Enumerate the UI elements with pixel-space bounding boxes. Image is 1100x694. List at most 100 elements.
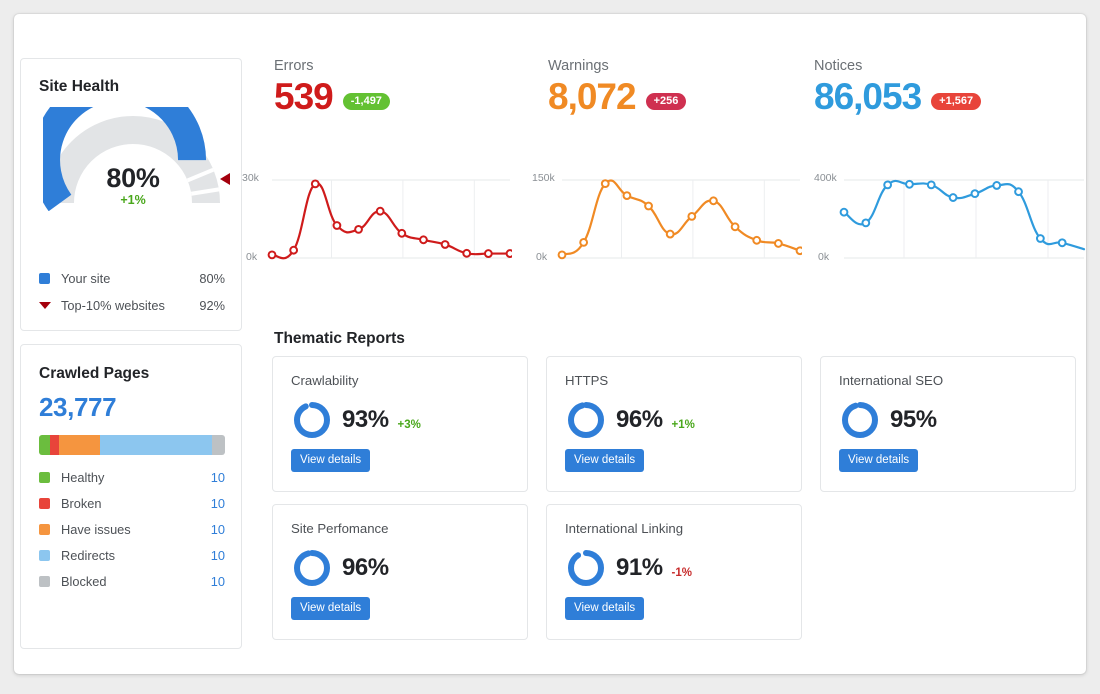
metric-value: 8,072 bbox=[548, 76, 637, 117]
donut-progress-icon bbox=[294, 402, 330, 438]
axis-tick-top: 400k bbox=[814, 172, 837, 184]
crawled-legend-item: Redirects 10 bbox=[39, 548, 225, 564]
donut-progress-icon bbox=[568, 402, 604, 438]
stacked-bar-segment bbox=[39, 435, 51, 455]
report-metric-row: 96% bbox=[291, 547, 389, 589]
axis-tick-bottom: 0k bbox=[536, 251, 548, 263]
crawled-pages-title: Crawled Pages bbox=[39, 365, 150, 382]
sparkline-svg bbox=[557, 179, 802, 260]
report-delta: +3% bbox=[397, 419, 421, 431]
crawled-legend-item: Healthy 10 bbox=[39, 470, 225, 486]
report-card-international-linking[interactable]: International Linking 91% -1% View details bbox=[546, 504, 802, 640]
report-metric-row: 93% +3% bbox=[291, 399, 421, 441]
site-health-delta: +1% bbox=[120, 193, 146, 207]
metric-label: Errors bbox=[274, 58, 314, 74]
report-card-international-seo[interactable]: International SEO 95% View details bbox=[820, 356, 1076, 492]
sparkline-svg bbox=[267, 179, 512, 260]
axis-tick-top: 150k bbox=[532, 172, 555, 184]
site-health-card: Site Health 80% +1% Your site 80% Top-10… bbox=[20, 58, 242, 331]
crawled-legend-item: Broken 10 bbox=[39, 496, 225, 512]
data-point bbox=[462, 248, 472, 258]
view-details-button[interactable]: View details bbox=[291, 597, 371, 620]
data-point bbox=[289, 245, 299, 255]
view-details-button[interactable]: View details bbox=[839, 449, 919, 472]
segment-swatch-icon bbox=[39, 550, 50, 561]
data-point bbox=[992, 181, 1002, 190]
data-point bbox=[375, 206, 385, 216]
donut-progress-icon bbox=[568, 550, 604, 586]
data-point bbox=[579, 238, 589, 247]
crawled-legend-item: Have issues 10 bbox=[39, 522, 225, 538]
report-percentage: 95% bbox=[890, 406, 937, 433]
legend-value: 10 bbox=[210, 548, 225, 563]
crawled-pages-card: Crawled Pages 23,777 Healthy 10 Broken 10 Ha… bbox=[20, 344, 242, 649]
data-point bbox=[557, 250, 567, 260]
errors-sparkline-chart: 30k 0k bbox=[242, 166, 512, 284]
metric-warnings: Warnings 8,072 +256 bbox=[548, 58, 687, 117]
legend-value: 10 bbox=[210, 470, 225, 485]
sparkline-svg bbox=[839, 179, 1086, 259]
data-point bbox=[644, 201, 653, 211]
crawled-legend-item: Blocked 10 bbox=[39, 574, 225, 590]
segment-swatch-icon bbox=[39, 498, 50, 509]
data-point bbox=[970, 189, 980, 199]
legend-value: 92% bbox=[199, 298, 225, 313]
axis-tick-bottom: 0k bbox=[246, 251, 258, 263]
thematic-reports-heading: Thematic Reports bbox=[274, 330, 405, 347]
data-point bbox=[310, 179, 320, 189]
report-percentage: 96% bbox=[616, 406, 663, 433]
report-title: International Linking bbox=[565, 521, 684, 536]
report-title: HTTPS bbox=[565, 373, 609, 388]
report-card-https[interactable]: HTTPS 96% +1% View details bbox=[546, 356, 802, 492]
site-health-gauge: 80% +1% bbox=[32, 73, 230, 212]
legend-label: Broken bbox=[61, 496, 102, 511]
segment-swatch-icon bbox=[39, 472, 50, 483]
data-point bbox=[419, 235, 428, 245]
metric-label: Warnings bbox=[548, 58, 609, 74]
metric-value: 86,053 bbox=[814, 76, 922, 117]
legend-value: 10 bbox=[210, 574, 225, 589]
data-point bbox=[730, 222, 740, 232]
axis-tick-top: 30k bbox=[242, 172, 259, 184]
data-point bbox=[354, 225, 363, 234]
report-metric-row: 95% bbox=[839, 399, 937, 441]
axis-tick-bottom: 0k bbox=[818, 251, 830, 263]
data-point bbox=[752, 235, 762, 245]
data-point bbox=[839, 207, 849, 217]
legend-item-top10: Top-10% websites 92% bbox=[39, 298, 225, 314]
view-details-button[interactable]: View details bbox=[565, 597, 645, 620]
stacked-bar-segment bbox=[59, 435, 101, 455]
report-delta: -1% bbox=[671, 567, 692, 579]
data-point bbox=[622, 191, 632, 201]
notices-sparkline-chart: 400k 0k bbox=[814, 166, 1086, 284]
view-details-button[interactable]: View details bbox=[565, 449, 645, 472]
segment-swatch-icon bbox=[39, 524, 50, 535]
data-point bbox=[709, 196, 718, 206]
data-point bbox=[905, 179, 914, 189]
data-point bbox=[1057, 238, 1067, 248]
data-point bbox=[440, 240, 450, 249]
report-card-site-performance[interactable]: Site Perfomance 96% View details bbox=[272, 504, 528, 640]
crawled-pages-legend: Healthy 10 Broken 10 Have issues 10 Redirects 1… bbox=[39, 470, 225, 600]
data-point bbox=[687, 212, 697, 221]
view-details-button[interactable]: View details bbox=[291, 449, 371, 472]
legend-label: Redirects bbox=[61, 548, 116, 563]
report-card-crawlability[interactable]: Crawlability 93% +3% View details bbox=[272, 356, 528, 492]
legend-label: Your site bbox=[61, 271, 111, 286]
report-delta: +1% bbox=[671, 419, 695, 431]
report-percentage: 91% bbox=[616, 554, 663, 581]
data-point bbox=[948, 193, 958, 202]
data-point bbox=[861, 218, 871, 228]
site-health-score: 80% bbox=[106, 163, 160, 193]
data-point bbox=[600, 179, 610, 189]
data-point bbox=[483, 249, 493, 258]
data-point bbox=[773, 239, 783, 248]
legend-label: Have issues bbox=[61, 522, 131, 537]
data-point bbox=[665, 229, 675, 239]
crawled-pages-stacked-bar bbox=[39, 435, 225, 455]
donut-progress-icon bbox=[294, 550, 330, 586]
data-point bbox=[267, 250, 277, 260]
data-point bbox=[505, 249, 512, 258]
report-metric-row: 91% -1% bbox=[565, 547, 692, 589]
benchmark-marker-icon bbox=[220, 173, 230, 186]
